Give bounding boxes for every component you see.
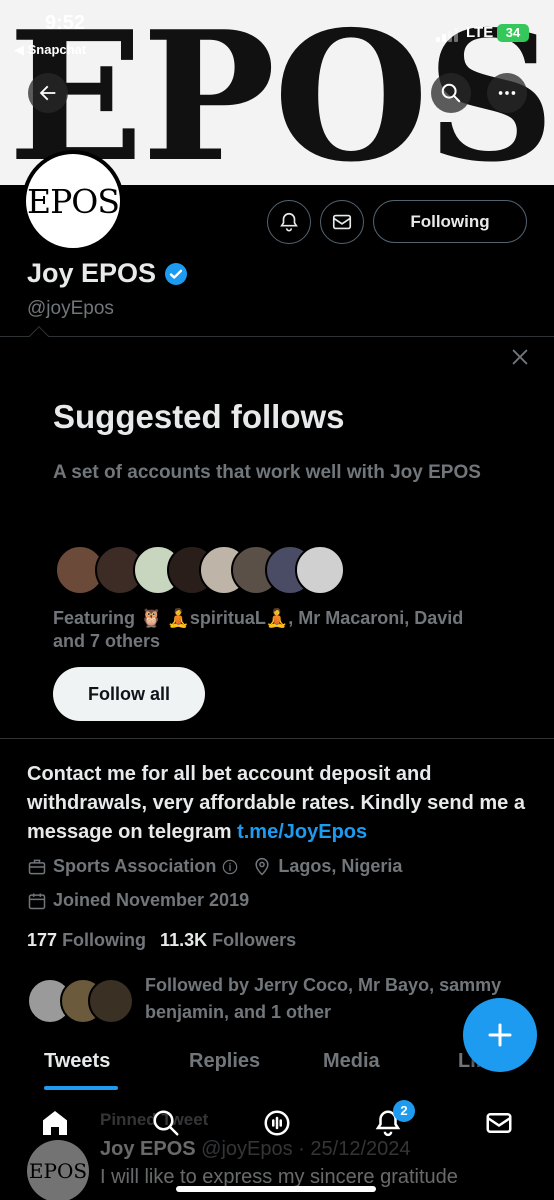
briefcase-icon: [28, 859, 46, 874]
suggested-title: Suggested follows: [53, 398, 345, 435]
calendar-icon: [28, 893, 46, 909]
info-icon[interactable]: [222, 859, 238, 875]
following-label: Following: [62, 930, 147, 950]
close-suggested-button[interactable]: [509, 346, 531, 373]
profile-category: Sports Association: [53, 856, 217, 876]
arrow-left-icon: [39, 85, 56, 101]
followers-count-link[interactable]: 11.3K Followers: [160, 930, 296, 951]
joined-date: Joined November 2019: [53, 890, 250, 910]
compose-tweet-button[interactable]: [463, 998, 537, 1072]
status-bar: 9:52 ◀ Snapchat LTE 34: [0, 0, 554, 60]
back-button[interactable]: [28, 73, 68, 113]
back-to-app-link[interactable]: ◀ Snapchat: [14, 42, 86, 58]
battery-icon: 34: [497, 24, 529, 42]
following-button[interactable]: Following: [373, 200, 527, 243]
notifications-toggle-button[interactable]: [267, 200, 311, 244]
tab-tweets[interactable]: Tweets: [44, 1050, 110, 1073]
active-tab-indicator: [44, 1086, 118, 1090]
profile-handle: @joyEpos: [27, 298, 114, 319]
bottom-navigation: [0, 1095, 554, 1200]
tab-replies[interactable]: Replies: [189, 1050, 260, 1073]
envelope-icon: [332, 214, 352, 230]
envelope-icon: [486, 1113, 512, 1133]
search-icon: [153, 1110, 179, 1136]
follow-all-button[interactable]: Follow all: [53, 667, 205, 721]
home-icon: [43, 1111, 67, 1135]
more-horizontal-icon: [498, 91, 516, 95]
suggested-avatar[interactable]: [295, 545, 345, 595]
followers-label: Followers: [212, 930, 297, 950]
bell-plus-icon: [280, 212, 298, 232]
signal-icon: [436, 28, 458, 42]
avatar-text: EPOS: [27, 181, 120, 221]
profile-bio: Contact me for all bet account deposit a…: [27, 760, 527, 847]
suggested-subtitle: A set of accounts that work well with Jo…: [53, 462, 481, 483]
follow-counts: 177 Following 11.3K Followers: [27, 930, 296, 951]
joined-row: Joined November 2019: [27, 890, 249, 911]
verified-badge-icon: [165, 262, 188, 285]
location-pin-icon: [255, 857, 269, 876]
display-name: Joy EPOS: [27, 258, 188, 289]
profile-location: Lagos, Nigeria: [278, 856, 403, 876]
home-indicator: [176, 1186, 376, 1192]
status-time: 9:52: [45, 12, 86, 34]
following-count: 177: [27, 930, 58, 950]
notifications-badge: 2: [393, 1100, 415, 1122]
nav-search[interactable]: [148, 1105, 184, 1141]
suggested-featuring: Featuring 🦉 🧘spirituaL🧘, Mr Macaroni, Da…: [53, 608, 464, 651]
network-label: LTE: [466, 24, 494, 41]
message-button[interactable]: [320, 200, 364, 244]
nav-spaces[interactable]: [259, 1105, 295, 1141]
microphone-icon: [264, 1110, 290, 1136]
profile-avatar[interactable]: EPOS: [22, 150, 124, 252]
close-icon: [512, 349, 528, 365]
tab-media[interactable]: Media: [323, 1050, 380, 1073]
more-button[interactable]: [487, 73, 527, 113]
nav-home[interactable]: [37, 1105, 73, 1141]
followers-count: 11.3K: [160, 930, 208, 950]
search-button[interactable]: [431, 73, 471, 113]
plus-icon: [488, 1023, 512, 1047]
search-icon: [441, 83, 461, 103]
nav-messages[interactable]: [481, 1105, 517, 1141]
display-name-text: Joy EPOS: [27, 258, 157, 288]
bio-link[interactable]: t.me/JoyEpos: [237, 821, 367, 843]
following-count-link[interactable]: 177 Following: [27, 930, 146, 951]
profile-meta-row: Sports Association Lagos, Nigeria: [27, 856, 402, 877]
followed-by-avatar[interactable]: [88, 978, 134, 1024]
